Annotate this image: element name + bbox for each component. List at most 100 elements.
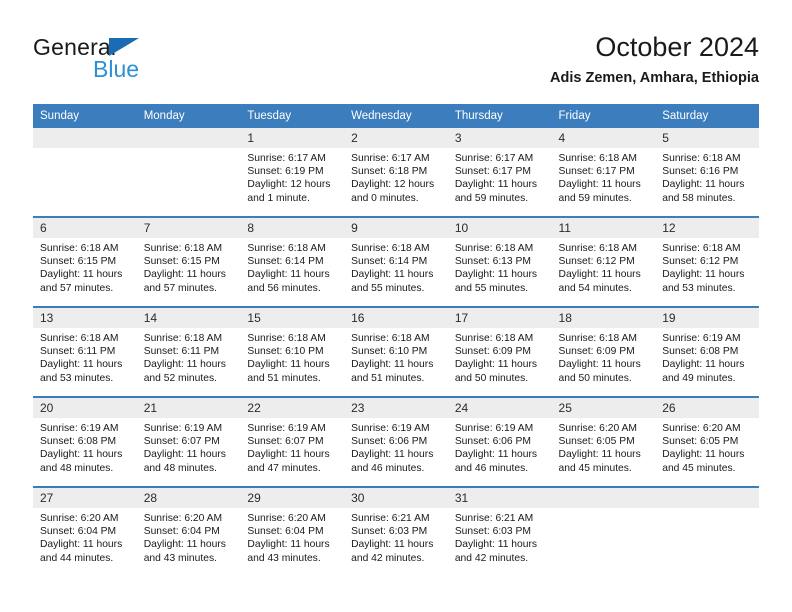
day-number: 31	[447, 488, 552, 508]
day-cell[interactable]: 14 Sunrise: 6:18 AM Sunset: 6:11 PM Dayl…	[136, 306, 241, 397]
day-details: Sunrise: 6:18 AM Sunset: 6:15 PM Dayligh…	[33, 238, 137, 295]
day-cell[interactable]: 4 Sunrise: 6:18 AM Sunset: 6:17 PM Dayli…	[551, 128, 656, 217]
day-cell[interactable]: 13 Sunrise: 6:18 AM Sunset: 6:11 PM Dayl…	[33, 306, 137, 397]
sunset-text: Sunset: 6:04 PM	[143, 526, 220, 538]
day-cell	[655, 486, 759, 576]
daylight-line1: Daylight: 11 hours	[247, 269, 330, 281]
sunset-text: Sunset: 6:06 PM	[454, 436, 531, 448]
day-cell[interactable]: 29 Sunrise: 6:20 AM Sunset: 6:04 PM Dayl…	[240, 486, 345, 576]
day-cell[interactable]: 23 Sunrise: 6:19 AM Sunset: 6:06 PM Dayl…	[344, 396, 448, 487]
day-cell[interactable]: 16 Sunrise: 6:18 AM Sunset: 6:10 PM Dayl…	[344, 306, 448, 397]
day-details: Sunrise: 6:18 AM Sunset: 6:10 PM Dayligh…	[344, 328, 448, 385]
day-details: Sunrise: 6:19 AM Sunset: 6:08 PM Dayligh…	[33, 418, 137, 475]
day-cell[interactable]: 21 Sunrise: 6:19 AM Sunset: 6:07 PM Dayl…	[136, 396, 241, 487]
day-details: Sunrise: 6:18 AM Sunset: 6:12 PM Dayligh…	[655, 238, 759, 295]
day-cell[interactable]: 27 Sunrise: 6:20 AM Sunset: 6:04 PM Dayl…	[33, 486, 137, 576]
day-cell[interactable]: 11 Sunrise: 6:18 AM Sunset: 6:12 PM Dayl…	[551, 216, 656, 307]
day-number: 20	[33, 398, 137, 418]
daylight-line2: and 52 minutes.	[143, 372, 217, 384]
sunrise-text: Sunrise: 6:19 AM	[351, 423, 430, 434]
day-number: 30	[344, 488, 448, 508]
day-details: Sunrise: 6:20 AM Sunset: 6:04 PM Dayligh…	[240, 508, 344, 565]
day-details: Sunrise: 6:21 AM Sunset: 6:03 PM Dayligh…	[448, 508, 552, 565]
day-details: Sunrise: 6:18 AM Sunset: 6:10 PM Dayligh…	[240, 328, 344, 385]
sunset-text: Sunset: 6:17 PM	[454, 166, 531, 178]
sunrise-text: Sunrise: 6:21 AM	[351, 513, 430, 524]
sunset-text: Sunset: 6:05 PM	[558, 436, 635, 448]
day-details: Sunrise: 6:18 AM Sunset: 6:09 PM Dayligh…	[448, 328, 552, 385]
sunrise-text: Sunrise: 6:18 AM	[454, 333, 534, 344]
sunset-text: Sunset: 6:17 PM	[558, 166, 635, 178]
day-cell[interactable]: 1 Sunrise: 6:17 AM Sunset: 6:19 PM Dayli…	[240, 128, 345, 217]
day-cell[interactable]: 25 Sunrise: 6:20 AM Sunset: 6:05 PM Dayl…	[551, 396, 656, 487]
day-cell[interactable]: 24 Sunrise: 6:19 AM Sunset: 6:06 PM Dayl…	[447, 396, 552, 487]
day-cell[interactable]: 7 Sunrise: 6:18 AM Sunset: 6:15 PM Dayli…	[136, 216, 241, 307]
day-cell[interactable]: 2 Sunrise: 6:17 AM Sunset: 6:18 PM Dayli…	[344, 128, 448, 217]
daylight-line1: Daylight: 11 hours	[351, 539, 434, 551]
general-blue-logo[interactable]: General Blue	[33, 34, 263, 92]
day-number: 12	[655, 218, 759, 238]
day-number: 22	[240, 398, 345, 418]
sunrise-text: Sunrise: 6:20 AM	[558, 423, 637, 434]
day-cell[interactable]: 30 Sunrise: 6:21 AM Sunset: 6:03 PM Dayl…	[344, 486, 448, 576]
sunset-text: Sunset: 6:15 PM	[143, 256, 220, 268]
day-details: Sunrise: 6:20 AM Sunset: 6:04 PM Dayligh…	[33, 508, 137, 565]
sunrise-text: Sunrise: 6:18 AM	[143, 243, 223, 254]
day-cell[interactable]: 31 Sunrise: 6:21 AM Sunset: 6:03 PM Dayl…	[447, 486, 552, 576]
day-cell[interactable]: 17 Sunrise: 6:18 AM Sunset: 6:09 PM Dayl…	[447, 306, 552, 397]
daylight-line1: Daylight: 11 hours	[143, 449, 226, 461]
sunrise-text: Sunrise: 6:18 AM	[558, 333, 637, 344]
daylight-line1: Daylight: 11 hours	[247, 449, 330, 461]
daylight-line2: and 45 minutes.	[558, 462, 632, 474]
day-details: Sunrise: 6:19 AM Sunset: 6:07 PM Dayligh…	[137, 418, 241, 475]
day-number: 25	[551, 398, 656, 418]
daylight-line2: and 56 minutes.	[247, 282, 321, 294]
day-number: 5	[655, 128, 759, 148]
daylight-line2: and 50 minutes.	[454, 372, 529, 384]
day-cell[interactable]: 9 Sunrise: 6:18 AM Sunset: 6:14 PM Dayli…	[344, 216, 448, 307]
day-cell[interactable]: 8 Sunrise: 6:18 AM Sunset: 6:14 PM Dayli…	[240, 216, 345, 307]
daylight-line2: and 55 minutes.	[454, 282, 529, 294]
sunset-text: Sunset: 6:19 PM	[247, 166, 324, 178]
weekday-header-wednesday: Wednesday	[344, 104, 448, 128]
page-subtitle: Adis Zemen, Amhara, Ethiopia	[550, 70, 759, 86]
day-cell[interactable]: 18 Sunrise: 6:18 AM Sunset: 6:09 PM Dayl…	[551, 306, 656, 397]
daylight-line1: Daylight: 11 hours	[558, 359, 641, 371]
daylight-line2: and 46 minutes.	[351, 462, 425, 474]
daylight-line1: Daylight: 11 hours	[40, 539, 123, 551]
daylight-line2: and 0 minutes.	[351, 192, 419, 204]
weekday-header-tuesday: Tuesday	[240, 104, 345, 128]
day-cell[interactable]: 10 Sunrise: 6:18 AM Sunset: 6:13 PM Dayl…	[447, 216, 552, 307]
day-cell[interactable]: 3 Sunrise: 6:17 AM Sunset: 6:17 PM Dayli…	[447, 128, 552, 217]
day-cell[interactable]: 12 Sunrise: 6:18 AM Sunset: 6:12 PM Dayl…	[655, 216, 759, 307]
day-cell[interactable]: 20 Sunrise: 6:19 AM Sunset: 6:08 PM Dayl…	[33, 396, 137, 487]
calendar-body: 1 Sunrise: 6:17 AM Sunset: 6:19 PM Dayli…	[33, 128, 759, 576]
day-cell[interactable]: 28 Sunrise: 6:20 AM Sunset: 6:04 PM Dayl…	[136, 486, 241, 576]
day-cell[interactable]: 15 Sunrise: 6:18 AM Sunset: 6:10 PM Dayl…	[240, 306, 345, 397]
day-cell[interactable]: 6 Sunrise: 6:18 AM Sunset: 6:15 PM Dayli…	[33, 216, 137, 307]
day-details: Sunrise: 6:17 AM Sunset: 6:17 PM Dayligh…	[448, 148, 552, 205]
day-details: Sunrise: 6:18 AM Sunset: 6:17 PM Dayligh…	[552, 148, 656, 205]
daylight-line2: and 51 minutes.	[247, 372, 321, 384]
day-cell[interactable]: 22 Sunrise: 6:19 AM Sunset: 6:07 PM Dayl…	[240, 396, 345, 487]
page-title: October 2024	[595, 32, 759, 62]
daylight-line1: Daylight: 11 hours	[143, 269, 226, 281]
day-cell[interactable]: 26 Sunrise: 6:20 AM Sunset: 6:05 PM Dayl…	[655, 396, 759, 487]
daylight-line2: and 48 minutes.	[143, 462, 217, 474]
daylight-line2: and 43 minutes.	[247, 552, 321, 564]
day-cell[interactable]: 5 Sunrise: 6:18 AM Sunset: 6:16 PM Dayli…	[655, 128, 759, 217]
daylight-line1: Daylight: 11 hours	[40, 359, 123, 371]
day-cell[interactable]: 19 Sunrise: 6:19 AM Sunset: 6:08 PM Dayl…	[655, 306, 759, 397]
sunset-text: Sunset: 6:04 PM	[247, 526, 324, 538]
day-number	[655, 488, 759, 508]
day-number: 18	[551, 308, 656, 328]
day-number: 17	[447, 308, 552, 328]
day-number: 11	[551, 218, 656, 238]
day-details: Sunrise: 6:19 AM Sunset: 6:07 PM Dayligh…	[240, 418, 344, 475]
sunrise-text: Sunrise: 6:19 AM	[40, 423, 119, 434]
daylight-line2: and 42 minutes.	[454, 552, 529, 564]
daylight-line2: and 42 minutes.	[351, 552, 425, 564]
day-details: Sunrise: 6:19 AM Sunset: 6:06 PM Dayligh…	[344, 418, 448, 475]
day-details: Sunrise: 6:18 AM Sunset: 6:14 PM Dayligh…	[344, 238, 448, 295]
day-number: 16	[344, 308, 448, 328]
